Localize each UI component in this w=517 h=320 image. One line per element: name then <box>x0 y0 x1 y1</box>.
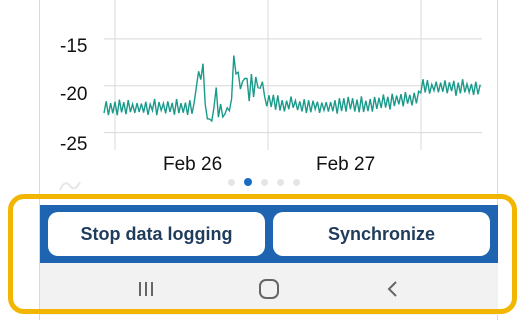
page-indicator[interactable] <box>228 176 300 188</box>
page-dot[interactable] <box>261 178 268 186</box>
home-icon <box>258 279 279 299</box>
back-button[interactable] <box>362 269 422 309</box>
x-tick-label: Feb 27 <box>316 154 375 175</box>
action-bar: Stop data logging Synchronize <box>40 205 498 263</box>
page-dot[interactable] <box>277 178 284 186</box>
y-tick-label: -15 <box>60 36 87 57</box>
y-tick-label: -20 <box>60 84 87 105</box>
recents-button[interactable] <box>116 269 176 309</box>
chart-svg: -15 -20 -25 Feb 26 Feb 27 <box>60 0 482 175</box>
back-icon <box>387 281 397 297</box>
temperature-series-line <box>103 55 481 123</box>
chart-watermark-icon <box>59 181 81 191</box>
system-navigation-bar <box>40 263 498 315</box>
x-tick-label: Feb 26 <box>163 154 222 175</box>
chart-grid <box>104 0 482 150</box>
page-dot[interactable] <box>244 178 252 186</box>
page-dot[interactable] <box>293 178 300 186</box>
recents-icon <box>139 282 154 296</box>
page-dot[interactable] <box>228 178 235 186</box>
home-button[interactable] <box>239 269 299 309</box>
y-tick-label: -25 <box>60 134 87 155</box>
synchronize-button[interactable]: Synchronize <box>273 212 490 256</box>
sensor-chart[interactable]: -15 -20 -25 Feb 26 Feb 27 <box>0 0 517 200</box>
stop-data-logging-button[interactable]: Stop data logging <box>48 212 265 256</box>
